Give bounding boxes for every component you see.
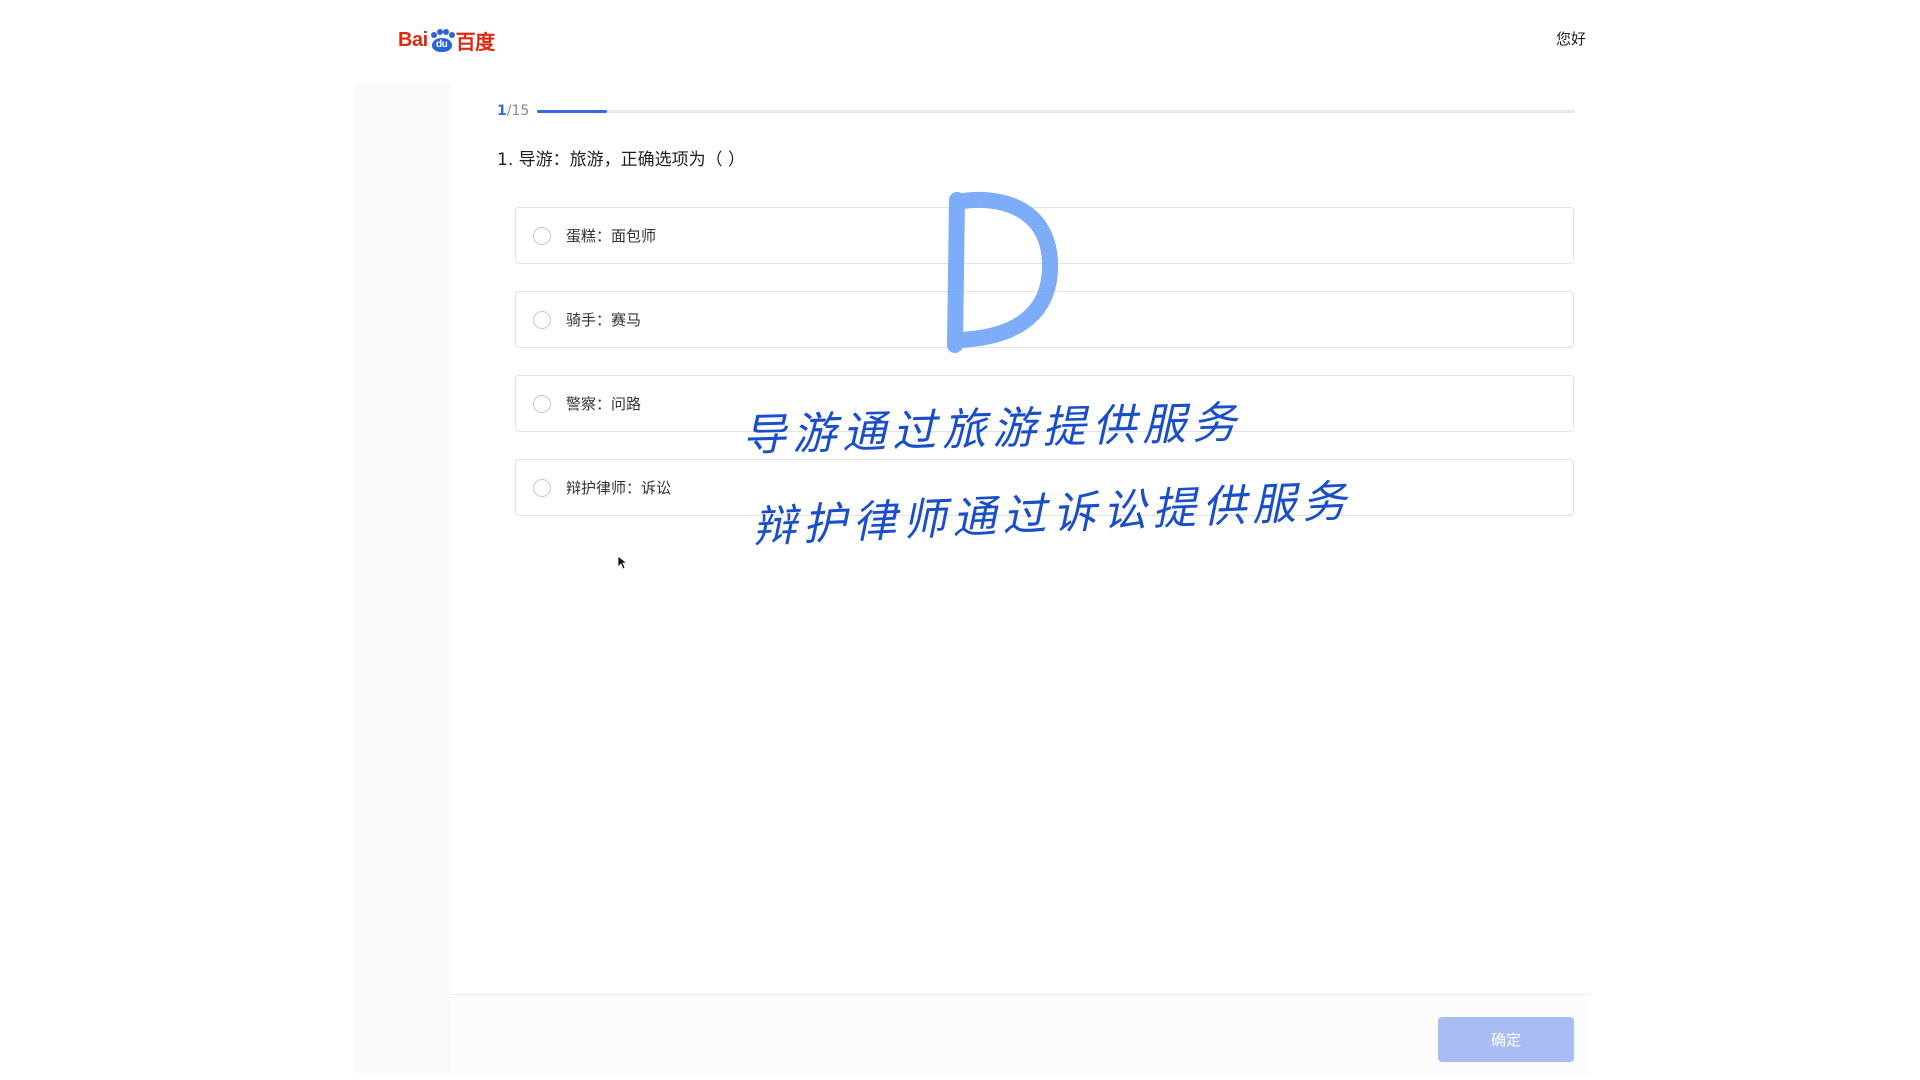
progress-current: 1 [497,103,507,119]
logo-text-right: 百度 [455,32,496,54]
quiz-page: Bai du 百度 您好 1/15 1. 导游：旅游，正确选项为（ ） 蛋糕：面… [0,0,1920,1080]
option-label: 辩护律师：诉讼 [566,479,672,497]
progress-counter: 1/15 [497,103,529,119]
progress-bar-fill [537,110,607,113]
confirm-button[interactable]: 确定 [1438,1017,1574,1062]
paw-icon: du [429,28,455,53]
logo-text-paw: du [431,37,452,52]
logo-text-left: Bai [398,29,428,51]
baidu-logo[interactable]: Bai du 百度 [398,26,495,55]
footer-bar [451,994,1591,1075]
left-pane [355,84,451,1074]
radio-icon[interactable] [533,478,551,497]
progress-total: /15 [506,103,530,119]
radio-icon[interactable] [533,226,551,245]
mouse-cursor-icon [617,555,629,570]
progress-bar [537,110,1575,113]
question-text: 1. 导游：旅游，正确选项为（ ） [497,150,746,170]
radio-icon[interactable] [533,394,551,413]
user-greeting[interactable]: 您好 [1556,28,1586,49]
handwritten-answer-d [947,191,1059,353]
handwritten-note-line-1: 导游通过旅游提供服务 [741,397,1243,462]
radio-icon[interactable] [533,310,551,329]
option-label: 蛋糕：面包师 [566,227,657,245]
option-label: 骑手：赛马 [566,311,642,329]
option-label: 警察：问路 [566,395,642,413]
